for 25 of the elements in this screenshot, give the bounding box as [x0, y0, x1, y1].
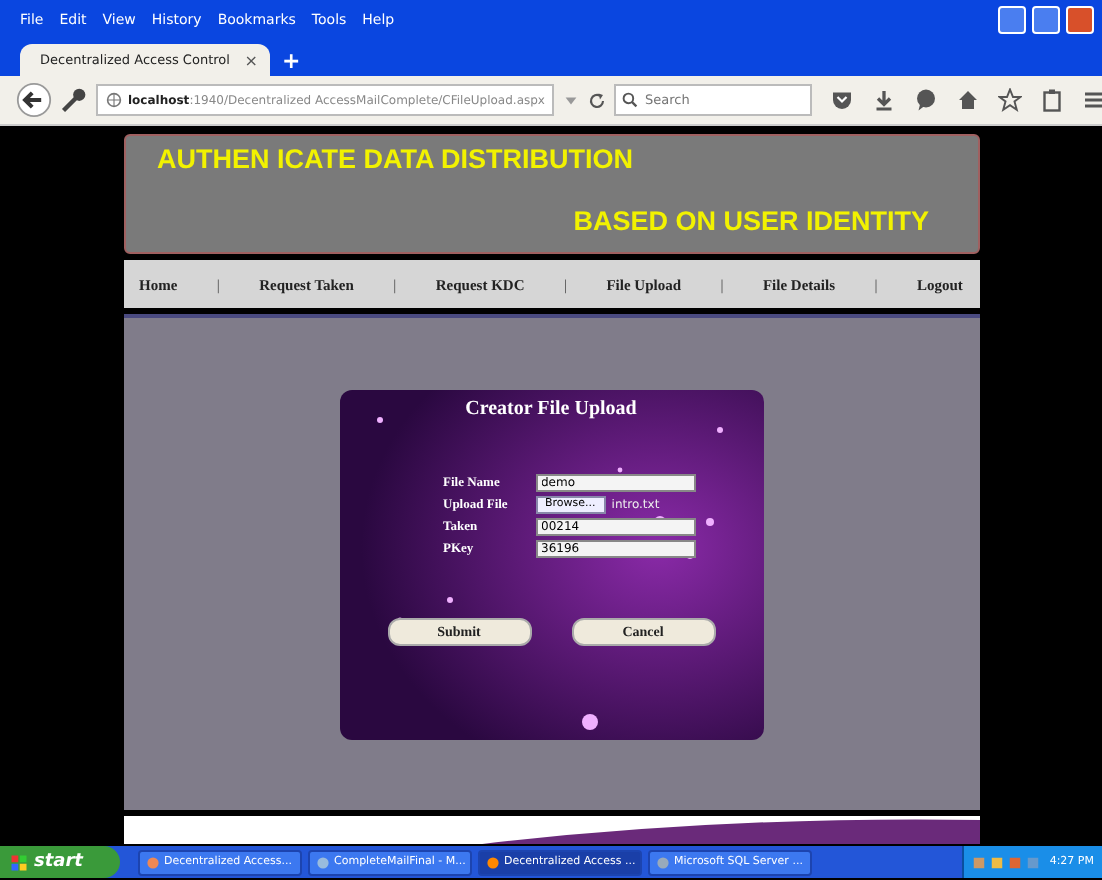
back-button[interactable] [16, 82, 52, 118]
minimize-button[interactable] [998, 6, 1026, 34]
windows-flag-icon [10, 853, 28, 871]
tab-close-button[interactable]: × [244, 51, 258, 69]
new-tab-button[interactable]: + [282, 48, 301, 76]
globe-icon [106, 92, 122, 108]
chat-icon[interactable] [914, 88, 939, 112]
start-button[interactable]: start [0, 846, 120, 878]
app-icon [656, 855, 670, 869]
restore-button[interactable] [1032, 6, 1060, 34]
menu-icon[interactable] [1082, 88, 1102, 112]
site-subtitle: BASED ON USER IDENTITY [573, 206, 929, 236]
star-icon[interactable] [998, 88, 1023, 112]
form-title: Creator File Upload [465, 398, 637, 420]
app-icon [316, 855, 330, 869]
site-title: AUTHEN ICATE DATA DISTRIBUTION [157, 144, 635, 174]
app-icon [486, 855, 500, 869]
clipboard-icon[interactable] [1040, 88, 1065, 112]
download-icon[interactable] [872, 88, 897, 112]
search-icon[interactable] [622, 92, 639, 108]
home-icon[interactable] [956, 88, 981, 112]
reload-icon[interactable] [588, 91, 607, 109]
key-icon[interactable] [60, 86, 88, 114]
close-button[interactable] [1066, 6, 1094, 34]
app-icon [146, 855, 160, 869]
